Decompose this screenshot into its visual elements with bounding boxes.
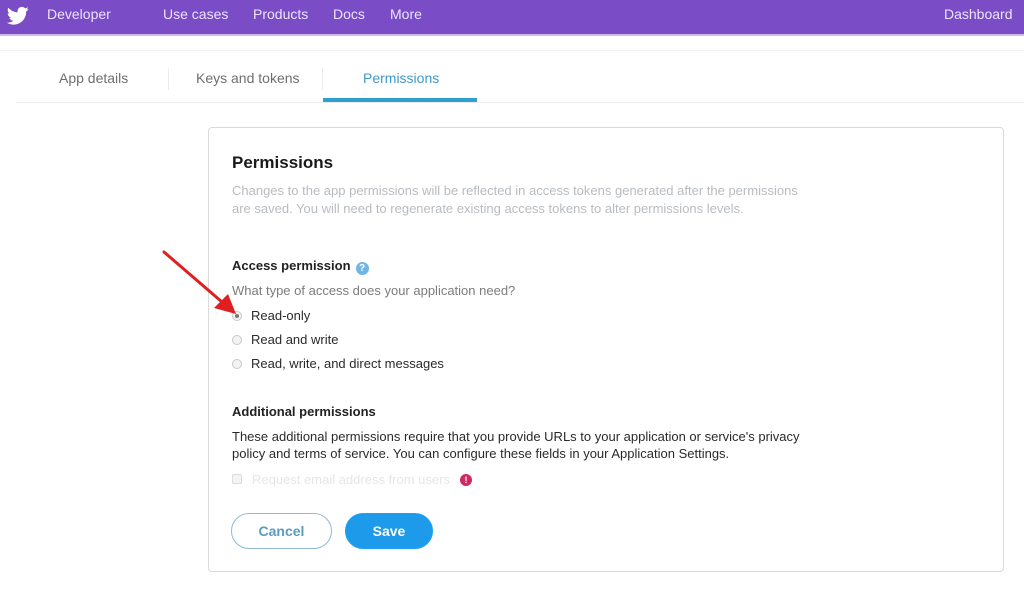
warning-icon[interactable]: ! [460, 474, 472, 486]
twitter-bird-icon[interactable] [7, 6, 29, 26]
nav-more[interactable]: More [390, 6, 422, 22]
additional-permissions-heading: Additional permissions [232, 404, 376, 419]
cancel-button[interactable]: Cancel [231, 513, 332, 549]
radio-label: Read, write, and direct messages [251, 356, 444, 371]
radio-button[interactable] [232, 335, 242, 345]
request-email-checkbox[interactable] [232, 474, 242, 484]
radio-label: Read-only [251, 308, 311, 323]
tab-app-details[interactable]: App details [59, 70, 128, 86]
top-nav-bar: Developer Use cases Products Docs More D… [0, 0, 1024, 36]
access-permission-label: Access permission [232, 258, 351, 273]
card-description: Changes to the app permissions will be r… [232, 183, 798, 216]
radio-button[interactable] [232, 359, 242, 369]
tab-keys-and-tokens[interactable]: Keys and tokens [196, 70, 300, 86]
additional-permissions-description: These additional permissions require tha… [232, 429, 800, 461]
tabs-divider [16, 102, 1024, 103]
checkbox-label: Request email address from users [252, 472, 450, 487]
nav-use-cases[interactable]: Use cases [163, 6, 228, 22]
question-circle-icon[interactable]: ? [355, 262, 369, 275]
nav-dashboard[interactable]: Dashboard [944, 6, 1013, 22]
save-button[interactable]: Save [345, 513, 433, 549]
tab-divider [322, 68, 323, 90]
tab-permissions[interactable]: Permissions [363, 70, 439, 86]
tab-divider [168, 68, 169, 90]
card-title: Permissions [232, 153, 334, 172]
tab-bar [0, 50, 1024, 103]
access-question: What type of access does your applicatio… [232, 283, 516, 298]
access-permission-heading: Access permission? [232, 258, 369, 275]
red-arrow-annotation [162, 250, 236, 314]
nav-products[interactable]: Products [253, 6, 308, 22]
radio-label: Read and write [251, 332, 339, 347]
nav-docs[interactable]: Docs [333, 6, 365, 22]
brand-developer-link[interactable]: Developer [47, 6, 111, 22]
topbar-shadow [0, 34, 1024, 36]
